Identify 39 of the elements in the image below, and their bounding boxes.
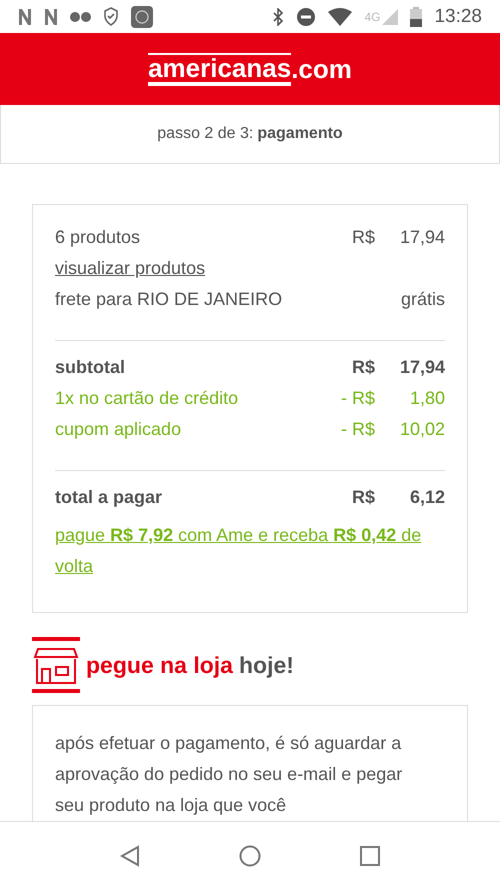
view-products-link[interactable]: visualizar produtos xyxy=(55,258,206,279)
pickup-info-text: após efetuar o pagamento, é só aguardar a aprovação do pedido no seu e-mail e pegar seu produto na loja que você xyxy=(55,732,404,817)
summary-label: cupom aplicado xyxy=(55,419,182,440)
battery-icon xyxy=(410,6,422,26)
app-icon xyxy=(131,6,153,28)
bluetooth-icon xyxy=(272,8,284,26)
recents-button[interactable] xyxy=(360,846,380,866)
wifi-icon xyxy=(328,8,352,26)
brand-logo[interactable]: americanas.com xyxy=(148,52,352,86)
signal-icon xyxy=(382,8,398,24)
store-icon xyxy=(32,637,80,693)
summary-amount: 10,02 xyxy=(398,419,445,440)
summary-amount: 17,94 xyxy=(398,357,445,378)
summary-amount: 1,80 xyxy=(408,388,445,409)
notification-icon xyxy=(18,8,32,26)
summary-label: subtotal xyxy=(55,357,126,378)
currency-symbol: R$ xyxy=(352,227,375,248)
currency-symbol: - R$ xyxy=(340,419,375,440)
summary-amount: 6,12 xyxy=(408,487,445,508)
summary-label: 1x no cartão de crédito xyxy=(55,388,240,409)
step-name: pagamento xyxy=(257,125,343,143)
currency-symbol: R$ xyxy=(352,487,375,508)
home-button[interactable] xyxy=(238,844,261,866)
clock-time: 13:28 xyxy=(434,6,482,28)
notification-icon xyxy=(44,8,58,26)
shield-icon xyxy=(103,7,119,26)
pickup-title: pegue na loja xyxy=(86,652,233,678)
do-not-disturb-icon xyxy=(296,6,316,26)
summary-label: 6 produtos xyxy=(55,227,142,248)
currency-symbol: - R$ xyxy=(340,388,375,409)
currency-symbol: R$ xyxy=(352,357,375,378)
network-type: 4G xyxy=(364,10,380,24)
summary-label: total a pagar xyxy=(55,487,164,508)
back-button[interactable] xyxy=(120,844,140,866)
summary-amount: grátis xyxy=(400,289,445,310)
summary-label: frete para RIO DE JANEIRO xyxy=(55,289,284,310)
ame-cashback-link[interactable]: pague R$ 7,92 com Ame e receba R$ 0,42 de volta xyxy=(55,520,445,582)
pickup-title-suffix: hoje! xyxy=(238,652,294,678)
summary-amount: 17,94 xyxy=(398,227,445,248)
